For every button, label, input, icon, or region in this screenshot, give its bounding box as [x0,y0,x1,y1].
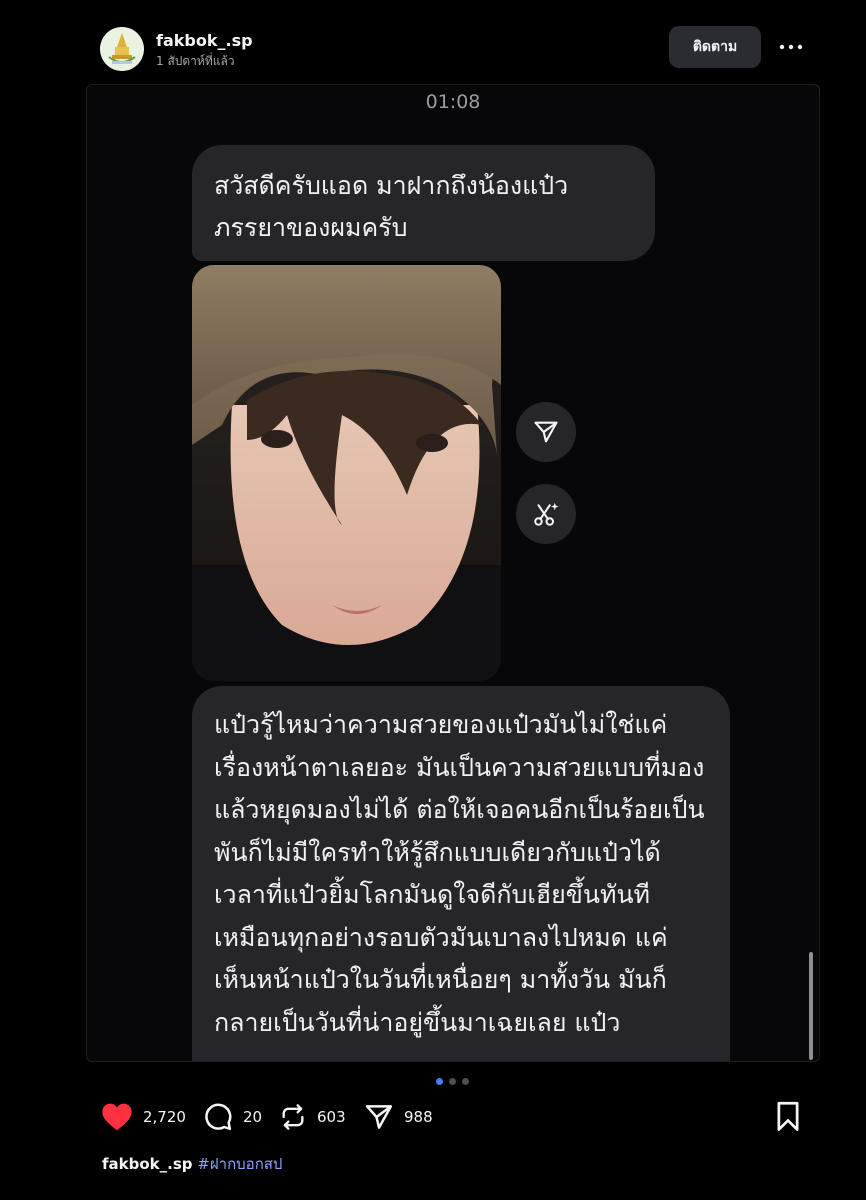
chat-photo [192,265,501,681]
more-options-button[interactable] [772,34,808,60]
chat-timestamp: 01:08 [425,91,481,113]
repost-button[interactable]: 603 [279,1100,346,1134]
share-button[interactable]: 988 [364,1100,433,1134]
carousel-dot[interactable] [449,1078,456,1085]
chat-message-bubble: แป๋วรู้ไหมว่าความสวยของแป๋วมันไม่ใช่แค่เ… [192,686,730,1061]
bookmark-icon [777,1101,799,1131]
caption-username[interactable]: fakbok_.sp [102,1155,193,1173]
post-time: 1 สัปดาห์ที่แล้ว [156,54,235,68]
send-icon [534,421,558,443]
carousel-dot[interactable] [462,1078,469,1085]
post-image[interactable]: 01:08 สวัสดีครับแอด มาฝากถึงน้องแป๋ว ภรร… [86,84,820,1062]
more-horizontal-icon [779,44,803,50]
like-count: 2,720 [143,1108,186,1126]
repost-count: 603 [317,1108,346,1126]
share-photo-button[interactable] [516,402,576,462]
scrollbar[interactable] [809,952,813,1060]
share-count: 988 [404,1108,433,1126]
like-button[interactable]: 2,720 [101,1100,186,1134]
repost-icon [282,1104,304,1130]
profile-logo-icon [100,27,144,71]
post-username[interactable]: fakbok_.sp [156,31,253,50]
caption-hashtag[interactable]: #ฝากบอกสป [197,1155,282,1173]
comment-icon [205,1103,232,1131]
ai-remix-icon [534,502,559,526]
carousel-dot[interactable] [436,1078,443,1085]
post: fakbok_.sp 1 สัปดาห์ที่แล้ว ติดตาม 01:08… [0,0,866,1200]
avatar[interactable] [100,27,144,71]
caption: fakbok_.sp #ฝากบอกสป [102,1152,282,1176]
comment-button[interactable]: 20 [203,1100,262,1134]
ai-remix-button[interactable] [516,484,576,544]
save-button[interactable] [774,1101,802,1137]
follow-button[interactable]: ติดตาม [669,26,761,68]
chat-message-bubble: สวัสดีครับแอด มาฝากถึงน้องแป๋ว ภรรยาของผ… [192,145,655,261]
comment-count: 20 [243,1108,263,1126]
send-icon [365,1105,393,1129]
heart-icon [102,1103,132,1131]
selfie-photo-icon [192,265,501,681]
